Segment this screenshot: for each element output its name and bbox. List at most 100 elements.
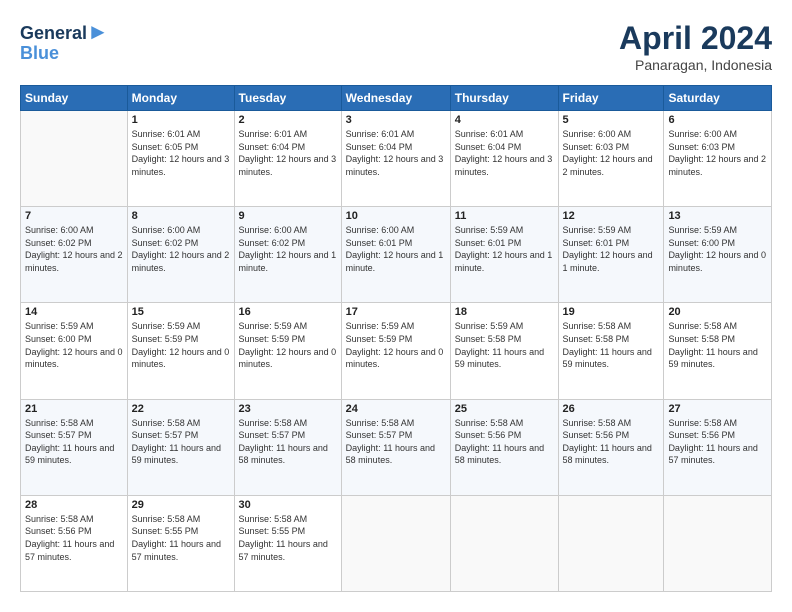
table-row: 23 Sunrise: 5:58 AMSunset: 5:57 PMDaylig… [234,399,341,495]
day-info: Sunrise: 6:00 AMSunset: 6:02 PMDaylight:… [132,224,230,274]
header: General► Blue April 2024 Panaragan, Indo… [20,20,772,73]
table-row: 4 Sunrise: 6:01 AMSunset: 6:04 PMDayligh… [450,111,558,207]
logo-blue: Blue [20,44,109,64]
table-row: 6 Sunrise: 6:00 AMSunset: 6:03 PMDayligh… [664,111,772,207]
calendar-header-row: Sunday Monday Tuesday Wednesday Thursday… [21,86,772,111]
logo-general: General [20,23,87,43]
day-info: Sunrise: 6:00 AMSunset: 6:02 PMDaylight:… [239,224,337,274]
day-info: Sunrise: 5:59 AMSunset: 5:59 PMDaylight:… [346,320,446,370]
day-info: Sunrise: 5:58 AMSunset: 5:55 PMDaylight:… [239,513,337,563]
day-info: Sunrise: 5:58 AMSunset: 5:57 PMDaylight:… [25,417,123,467]
day-number: 11 [455,210,554,222]
page: General► Blue April 2024 Panaragan, Indo… [0,0,792,612]
day-number: 21 [25,403,123,415]
day-info: Sunrise: 6:00 AMSunset: 6:03 PMDaylight:… [668,128,767,178]
day-number: 1 [132,114,230,126]
day-number: 4 [455,114,554,126]
table-row: 13 Sunrise: 5:59 AMSunset: 6:00 PMDaylig… [664,207,772,303]
table-row: 22 Sunrise: 5:58 AMSunset: 5:57 PMDaylig… [127,399,234,495]
day-info: Sunrise: 5:59 AMSunset: 5:58 PMDaylight:… [455,320,554,370]
month-title: April 2024 [619,20,772,57]
table-row: 26 Sunrise: 5:58 AMSunset: 5:56 PMDaylig… [558,399,664,495]
day-number: 30 [239,499,337,511]
day-info: Sunrise: 5:58 AMSunset: 5:55 PMDaylight:… [132,513,230,563]
day-number: 12 [563,210,660,222]
calendar-table: Sunday Monday Tuesday Wednesday Thursday… [20,85,772,592]
table-row: 27 Sunrise: 5:58 AMSunset: 5:56 PMDaylig… [664,399,772,495]
table-row: 18 Sunrise: 5:59 AMSunset: 5:58 PMDaylig… [450,303,558,399]
calendar-week-row: 21 Sunrise: 5:58 AMSunset: 5:57 PMDaylig… [21,399,772,495]
table-row: 29 Sunrise: 5:58 AMSunset: 5:55 PMDaylig… [127,495,234,591]
table-row: 1 Sunrise: 6:01 AMSunset: 6:05 PMDayligh… [127,111,234,207]
day-number: 22 [132,403,230,415]
day-number: 10 [346,210,446,222]
table-row: 28 Sunrise: 5:58 AMSunset: 5:56 PMDaylig… [21,495,128,591]
table-row: 14 Sunrise: 5:59 AMSunset: 6:00 PMDaylig… [21,303,128,399]
day-info: Sunrise: 5:58 AMSunset: 5:56 PMDaylight:… [668,417,767,467]
logo: General► Blue [20,20,109,64]
day-number: 16 [239,306,337,318]
day-number: 27 [668,403,767,415]
day-number: 25 [455,403,554,415]
day-info: Sunrise: 5:58 AMSunset: 5:56 PMDaylight:… [25,513,123,563]
table-row: 10 Sunrise: 6:00 AMSunset: 6:01 PMDaylig… [341,207,450,303]
day-number: 2 [239,114,337,126]
table-row: 30 Sunrise: 5:58 AMSunset: 5:55 PMDaylig… [234,495,341,591]
day-number: 6 [668,114,767,126]
day-info: Sunrise: 5:58 AMSunset: 5:57 PMDaylight:… [346,417,446,467]
day-number: 26 [563,403,660,415]
table-row: 20 Sunrise: 5:58 AMSunset: 5:58 PMDaylig… [664,303,772,399]
day-number: 20 [668,306,767,318]
table-row: 19 Sunrise: 5:58 AMSunset: 5:58 PMDaylig… [558,303,664,399]
table-row: 8 Sunrise: 6:00 AMSunset: 6:02 PMDayligh… [127,207,234,303]
col-monday: Monday [127,86,234,111]
table-row: 15 Sunrise: 5:59 AMSunset: 5:59 PMDaylig… [127,303,234,399]
day-number: 29 [132,499,230,511]
table-row: 2 Sunrise: 6:01 AMSunset: 6:04 PMDayligh… [234,111,341,207]
day-info: Sunrise: 5:59 AMSunset: 6:00 PMDaylight:… [668,224,767,274]
day-number: 15 [132,306,230,318]
day-number: 19 [563,306,660,318]
table-row [450,495,558,591]
day-info: Sunrise: 6:00 AMSunset: 6:02 PMDaylight:… [25,224,123,274]
table-row [664,495,772,591]
day-number: 13 [668,210,767,222]
calendar-week-row: 7 Sunrise: 6:00 AMSunset: 6:02 PMDayligh… [21,207,772,303]
day-info: Sunrise: 5:58 AMSunset: 5:58 PMDaylight:… [563,320,660,370]
day-info: Sunrise: 5:59 AMSunset: 6:01 PMDaylight:… [563,224,660,274]
calendar-week-row: 14 Sunrise: 5:59 AMSunset: 6:00 PMDaylig… [21,303,772,399]
table-row: 16 Sunrise: 5:59 AMSunset: 5:59 PMDaylig… [234,303,341,399]
col-saturday: Saturday [664,86,772,111]
day-info: Sunrise: 6:01 AMSunset: 6:04 PMDaylight:… [346,128,446,178]
table-row: 25 Sunrise: 5:58 AMSunset: 5:56 PMDaylig… [450,399,558,495]
day-number: 9 [239,210,337,222]
day-number: 3 [346,114,446,126]
calendar-week-row: 1 Sunrise: 6:01 AMSunset: 6:05 PMDayligh… [21,111,772,207]
day-number: 18 [455,306,554,318]
day-number: 5 [563,114,660,126]
col-sunday: Sunday [21,86,128,111]
day-info: Sunrise: 5:59 AMSunset: 5:59 PMDaylight:… [132,320,230,370]
day-info: Sunrise: 6:00 AMSunset: 6:03 PMDaylight:… [563,128,660,178]
day-info: Sunrise: 5:58 AMSunset: 5:56 PMDaylight:… [563,417,660,467]
day-info: Sunrise: 5:58 AMSunset: 5:57 PMDaylight:… [132,417,230,467]
day-info: Sunrise: 5:58 AMSunset: 5:58 PMDaylight:… [668,320,767,370]
day-info: Sunrise: 6:01 AMSunset: 6:04 PMDaylight:… [455,128,554,178]
day-info: Sunrise: 5:58 AMSunset: 5:56 PMDaylight:… [455,417,554,467]
table-row: 24 Sunrise: 5:58 AMSunset: 5:57 PMDaylig… [341,399,450,495]
day-info: Sunrise: 6:01 AMSunset: 6:05 PMDaylight:… [132,128,230,178]
table-row: 3 Sunrise: 6:01 AMSunset: 6:04 PMDayligh… [341,111,450,207]
table-row: 17 Sunrise: 5:59 AMSunset: 5:59 PMDaylig… [341,303,450,399]
title-block: April 2024 Panaragan, Indonesia [619,20,772,73]
day-number: 7 [25,210,123,222]
table-row: 5 Sunrise: 6:00 AMSunset: 6:03 PMDayligh… [558,111,664,207]
table-row: 21 Sunrise: 5:58 AMSunset: 5:57 PMDaylig… [21,399,128,495]
location-subtitle: Panaragan, Indonesia [619,57,772,73]
table-row [341,495,450,591]
day-info: Sunrise: 6:00 AMSunset: 6:01 PMDaylight:… [346,224,446,274]
table-row: 12 Sunrise: 5:59 AMSunset: 6:01 PMDaylig… [558,207,664,303]
table-row [21,111,128,207]
day-info: Sunrise: 6:01 AMSunset: 6:04 PMDaylight:… [239,128,337,178]
day-number: 23 [239,403,337,415]
table-row [558,495,664,591]
